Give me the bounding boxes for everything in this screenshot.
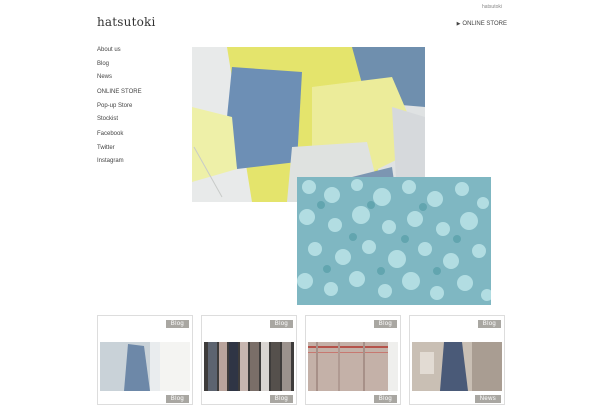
category-badge: Blog <box>165 320 189 328</box>
sidebar-item-stockist[interactable]: Stockist <box>97 115 177 130</box>
sidebar-nav: About us Blog News ONLINE STORE Pop-up S… <box>97 46 177 171</box>
post-thumbnail <box>308 342 398 391</box>
online-store-label: ONLINE STORE <box>462 21 507 27</box>
sidebar-item-facebook[interactable]: Facebook <box>97 130 177 144</box>
post-card[interactable]: Blog News <box>409 315 505 405</box>
category-badge: Blog <box>477 320 501 328</box>
category-badge: Blog <box>165 395 189 403</box>
post-card[interactable]: Blog Blog <box>305 315 401 405</box>
post-card[interactable]: Blog Blog <box>201 315 297 405</box>
hero-image-frost <box>297 177 491 305</box>
post-thumbnail <box>204 342 294 391</box>
post-thumbnail <box>412 342 502 391</box>
post-thumbnail <box>100 342 190 391</box>
top-site-name[interactable]: hatsutoki <box>482 4 502 10</box>
sidebar-item-online-store[interactable]: ONLINE STORE <box>97 88 177 102</box>
sidebar-item-popup-store[interactable]: Pop-up Store <box>97 102 177 116</box>
sidebar-item-about-us[interactable]: About us <box>97 46 177 60</box>
sidebar-item-instagram[interactable]: Instagram <box>97 157 177 171</box>
category-badge: Blog <box>373 320 397 328</box>
category-badge: Blog <box>269 320 293 328</box>
sidebar-item-blog[interactable]: Blog <box>97 60 177 74</box>
post-card[interactable]: Blog Blog <box>97 315 193 405</box>
category-badge: Blog <box>269 395 293 403</box>
sidebar-item-twitter[interactable]: Twitter <box>97 144 177 158</box>
site-logo[interactable]: hatsutoki <box>97 15 156 29</box>
online-store-link[interactable]: ▶ ONLINE STORE <box>457 21 507 27</box>
sidebar-item-news[interactable]: News <box>97 73 177 88</box>
category-badge: News <box>474 395 501 403</box>
category-badge: Blog <box>373 395 397 403</box>
post-card-grid: Blog Blog Blog Blog Blog Blog Blog News <box>97 315 505 405</box>
triangle-right-icon: ▶ <box>456 21 461 27</box>
